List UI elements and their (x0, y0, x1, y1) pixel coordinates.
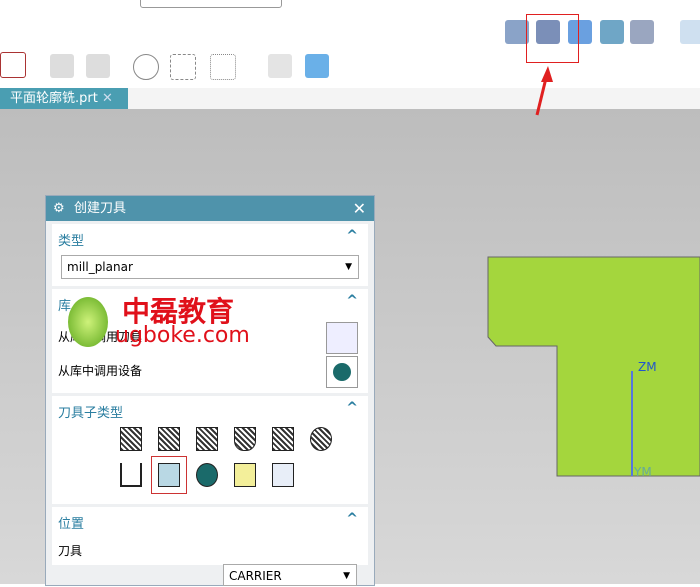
spherical-mill-icon[interactable] (234, 427, 256, 451)
create-tool-dialog: ⚙ 创建刀具 ✕ 类型 ^ mill_planar▼ 库 ^ 从库中调用刀具 从… (45, 195, 375, 586)
tool-value: CARRIER (229, 569, 282, 583)
section-title: 位置 (58, 517, 85, 532)
type-select[interactable]: mill_planar ▼ (61, 255, 359, 279)
watermark-url: ugboke.com (115, 323, 250, 348)
type-section: 类型 ^ mill_planar ▼ (52, 224, 368, 286)
dialog-header: ⚙ 创建刀具 ✕ (46, 196, 374, 221)
type-value: mill_planar (67, 260, 133, 274)
dialog-title: 创建刀具 (74, 201, 127, 216)
gear-icon: ⚙ (53, 201, 65, 216)
device-icon (333, 363, 351, 381)
barrel-icon[interactable] (310, 427, 332, 451)
chevron-up-icon[interactable]: ^ (346, 400, 358, 416)
chevron-down-icon: ▼ (345, 262, 352, 272)
subtype-section: 刀具子类型 ^ (52, 396, 368, 504)
arrow-top-head (541, 66, 553, 82)
close-icon[interactable]: ✕ (353, 196, 366, 221)
probe-icon[interactable] (272, 463, 294, 487)
chevron-up-icon[interactable]: ^ (346, 228, 358, 244)
tool-label: 刀具 (58, 544, 83, 558)
call-device-row: 从库中调用设备 (52, 354, 368, 388)
chevron-up-icon[interactable]: ^ (346, 293, 358, 309)
tool-select[interactable]: CARRIER ▼ (223, 564, 357, 586)
position-section: 位置 ^ 刀具 CARRIER ▼ (52, 507, 368, 586)
watermark-logo (68, 297, 108, 347)
thread-mill-icon[interactable] (120, 463, 142, 487)
subtype-row-1 (52, 427, 368, 455)
call-tool-button[interactable] (326, 322, 358, 354)
t-cutter-icon[interactable] (272, 427, 294, 451)
section-title: 刀具子类型 (58, 406, 124, 421)
subtype-row-2 (52, 456, 368, 494)
mill-tool-icon[interactable] (120, 427, 142, 451)
call-device-label: 从库中调用设备 (58, 364, 143, 378)
call-device-button[interactable] (326, 356, 358, 388)
tool-row: 刀具 CARRIER ▼ (52, 538, 368, 586)
ball-mill-icon[interactable] (196, 427, 218, 451)
head-icon[interactable] (196, 463, 218, 487)
laser-icon[interactable] (234, 463, 256, 487)
carrier-icon[interactable] (151, 456, 187, 494)
chamfer-mill-icon[interactable] (158, 427, 180, 451)
chevron-up-icon[interactable]: ^ (346, 511, 358, 527)
section-title: 类型 (58, 234, 85, 249)
